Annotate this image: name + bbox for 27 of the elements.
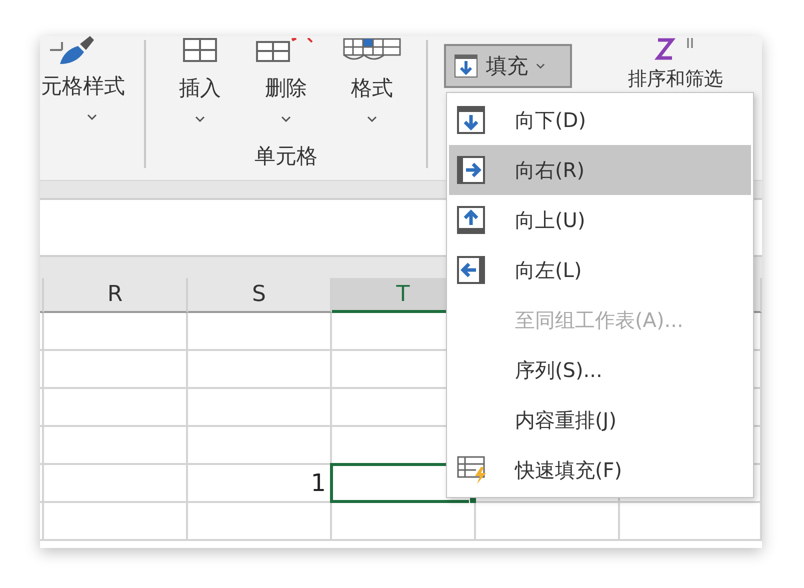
menu-item[interactable]: 向上(U) xyxy=(449,195,751,245)
fill-button[interactable]: 填充 xyxy=(444,44,572,88)
menu-item[interactable]: 快速填充(F) xyxy=(449,445,751,495)
chevron-icon xyxy=(367,116,377,122)
menu-item[interactable]: 序列(S)... xyxy=(449,345,751,395)
menu-item[interactable]: 向下(D) xyxy=(449,95,751,145)
fill-right-icon xyxy=(457,156,485,184)
fill-down-icon xyxy=(457,106,485,134)
fill-left-icon xyxy=(457,256,485,284)
cell-styles-label[interactable]: 元格样式 xyxy=(41,72,125,100)
chevron-icon xyxy=(195,116,205,122)
fill-down-icon xyxy=(454,54,478,78)
chevron-icon xyxy=(87,114,97,120)
fill-up-icon xyxy=(457,206,485,234)
format-button[interactable]: 格式 xyxy=(332,36,412,128)
brush-icon xyxy=(50,36,96,66)
column-header[interactable]: S xyxy=(188,278,332,313)
sort-filter-button[interactable]: 排序和筛选 xyxy=(628,36,723,92)
flash-fill-icon xyxy=(457,455,489,485)
chevron-icon xyxy=(281,116,291,122)
column-header[interactable]: R xyxy=(44,278,188,313)
chevron-icon xyxy=(536,63,545,69)
delete-button[interactable]: 删除 xyxy=(246,36,326,128)
insert-button[interactable]: 插入 xyxy=(160,36,240,128)
menu-item[interactable]: 内容重排(J) xyxy=(449,395,751,445)
group-label: 单元格 xyxy=(254,143,318,170)
menu-item[interactable]: 向右(R) xyxy=(449,145,751,195)
